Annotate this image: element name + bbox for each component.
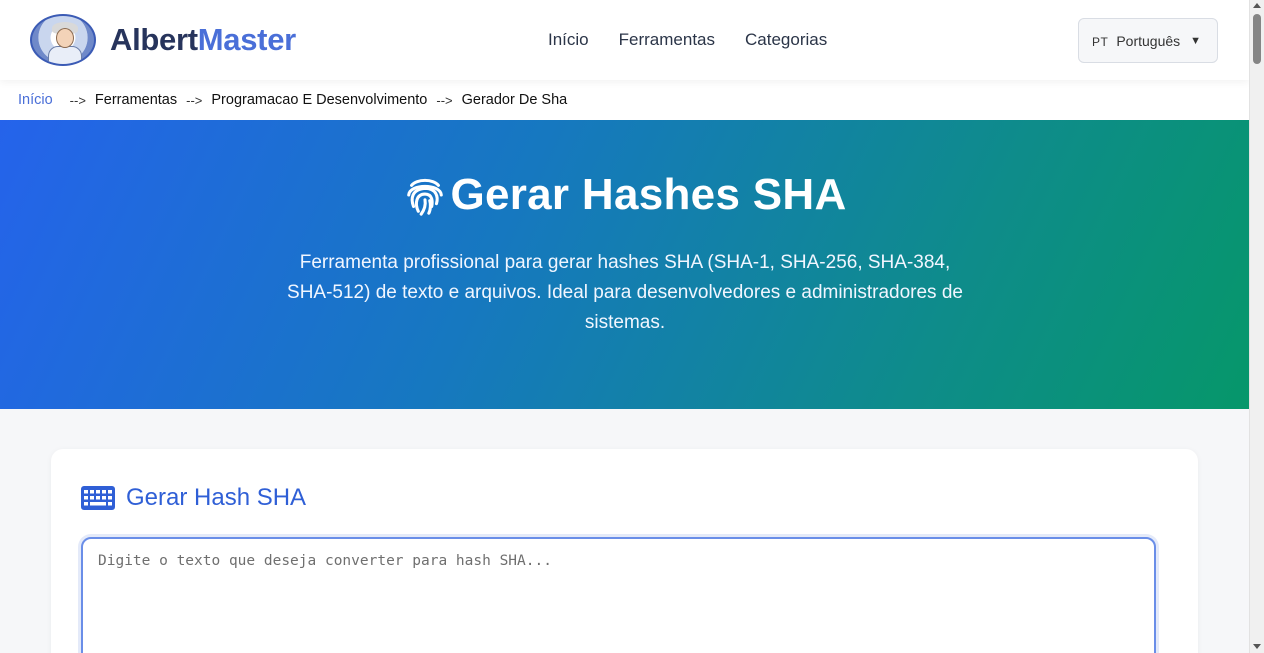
nav-link-categorias[interactable]: Categorias xyxy=(745,30,827,50)
breadcrumb-item-ferramentas[interactable]: Ferramentas xyxy=(95,92,177,108)
breadcrumb-item-programacao[interactable]: Programacao E Desenvolvimento xyxy=(211,92,427,108)
nav-link-ferramentas[interactable]: Ferramentas xyxy=(619,30,715,50)
page-title: Gerar Hashes SHA xyxy=(0,170,1249,220)
page-scrollbar[interactable] xyxy=(1249,0,1264,653)
breadcrumb-separator: --> xyxy=(69,92,86,108)
breadcrumb-separator: --> xyxy=(186,92,203,108)
chevron-down-icon: ▼ xyxy=(1190,34,1202,47)
text-input[interactable] xyxy=(81,537,1156,653)
scrollbar-thumb[interactable] xyxy=(1253,14,1261,64)
logo-mascot-image xyxy=(30,14,96,66)
language-label: Português xyxy=(1116,32,1181,49)
breadcrumb-separator: --> xyxy=(436,92,453,108)
fingerprint-icon xyxy=(407,178,444,216)
nav-link-inicio[interactable]: Início xyxy=(548,30,589,50)
language-selector[interactable]: PT Português ▼ xyxy=(1078,18,1218,63)
keyboard-icon xyxy=(81,486,115,510)
site-logo[interactable]: AlbertMaster xyxy=(30,14,296,66)
hero-banner: Gerar Hashes SHA Ferramenta profissional… xyxy=(0,120,1249,409)
scroll-down-arrow-icon[interactable] xyxy=(1253,644,1261,649)
breadcrumb-home-link[interactable]: Início xyxy=(18,92,53,108)
logo-wordmark: AlbertMaster xyxy=(110,22,296,57)
hero-description: Ferramenta profissional para gerar hashe… xyxy=(287,252,963,333)
card-title: Gerar Hash SHA xyxy=(81,484,306,512)
site-header: AlbertMaster Início Ferramentas Categori… xyxy=(0,0,1249,80)
card-title-text: Gerar Hash SHA xyxy=(126,484,307,511)
breadcrumb: Início --> Ferramentas --> Programacao E… xyxy=(0,80,1249,120)
breadcrumb-item-current: Gerador De Sha xyxy=(461,92,568,108)
sha-generator-card: Gerar Hash SHA xyxy=(51,449,1198,653)
page-title-text: Gerar Hashes SHA xyxy=(450,170,847,219)
page: AlbertMaster Início Ferramentas Categori… xyxy=(0,0,1249,653)
scroll-up-arrow-icon[interactable] xyxy=(1253,3,1261,8)
main-nav: Início Ferramentas Categorias xyxy=(548,30,827,50)
language-code: PT xyxy=(1092,35,1109,49)
